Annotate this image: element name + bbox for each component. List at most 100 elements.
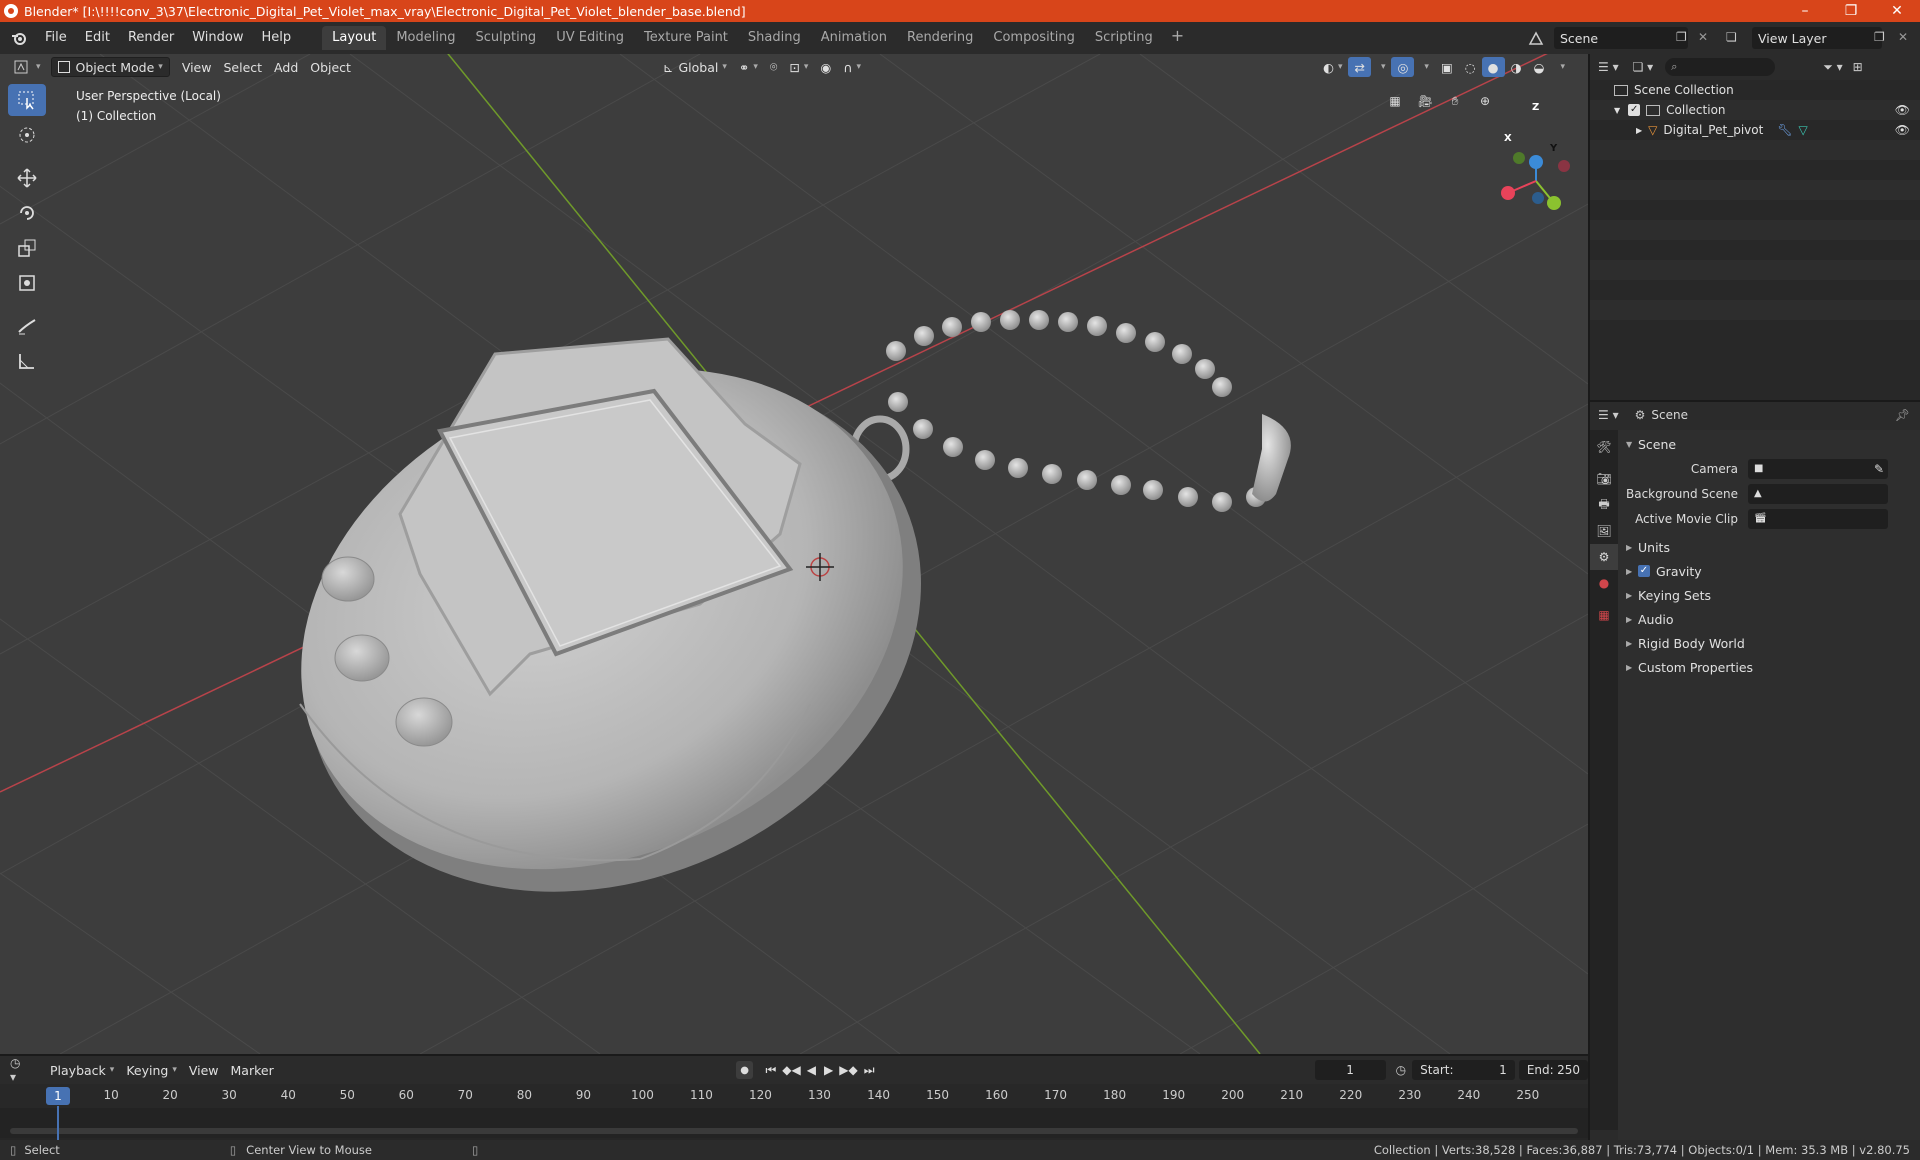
audio-panel-header[interactable]: ▶ Audio bbox=[1618, 607, 1920, 631]
display-mode-icon[interactable]: ❏ ▾ bbox=[1633, 60, 1654, 74]
viewport-menu-view[interactable]: View bbox=[176, 57, 218, 77]
tab-modeling[interactable]: Modeling bbox=[386, 26, 465, 50]
outliner-row-object[interactable]: ▶ ▽ Digital_Pet_pivot 🔧︎ ▽ 👁︎ bbox=[1590, 120, 1920, 140]
next-keyframe-icon[interactable]: ▶◆ bbox=[839, 1063, 857, 1077]
eyedropper-icon[interactable]: ✎ bbox=[1874, 462, 1884, 476]
play-icon[interactable]: ▶ bbox=[824, 1063, 833, 1077]
scene-tab-icon[interactable]: ⚙ bbox=[1590, 544, 1618, 570]
camera-view-icon[interactable]: 🎥︎ bbox=[1410, 86, 1440, 116]
filter-icon[interactable]: ⏷ ▾ bbox=[1823, 60, 1842, 75]
menu-help[interactable]: Help bbox=[253, 26, 301, 50]
minimize-button[interactable]: – bbox=[1782, 0, 1828, 22]
collection-checkbox[interactable]: ✓ bbox=[1628, 104, 1641, 116]
digital-pet-model[interactable] bbox=[221, 277, 1004, 987]
delete-scene-icon[interactable]: ✕ bbox=[1698, 30, 1708, 44]
tab-compositing[interactable]: Compositing bbox=[983, 26, 1085, 50]
gizmo-menu-icon[interactable]: ▾ bbox=[1371, 57, 1392, 77]
blender-menu-icon[interactable] bbox=[8, 27, 30, 49]
delete-view-layer-icon[interactable]: ✕ bbox=[1898, 30, 1908, 44]
xray-icon[interactable]: ▣ bbox=[1435, 57, 1459, 77]
new-scene-icon[interactable]: ❐ bbox=[1676, 30, 1687, 44]
mesh-data-icon[interactable]: ▽ bbox=[1799, 123, 1808, 137]
snap-icon[interactable]: ⌾ bbox=[764, 57, 784, 77]
shading-menu-icon[interactable]: ▾ bbox=[1550, 57, 1571, 77]
scene-panel-header[interactable]: ▼ Scene bbox=[1618, 432, 1920, 456]
timeline-menu-keying[interactable]: Keying ▾ bbox=[120, 1060, 183, 1080]
rendered-shading-icon[interactable]: ◒ bbox=[1528, 57, 1551, 77]
menu-file[interactable]: File bbox=[36, 26, 76, 50]
snap-target-icon[interactable]: ⊡ ▾ bbox=[783, 57, 814, 77]
wireframe-shading-icon[interactable]: ◌ bbox=[1459, 57, 1482, 77]
scene-icon[interactable] bbox=[1528, 30, 1544, 46]
background-scene-field[interactable]: ▲ bbox=[1748, 483, 1888, 504]
playhead-frame-indicator[interactable]: 1 bbox=[46, 1087, 70, 1105]
cursor-tool-icon[interactable] bbox=[8, 119, 46, 151]
view-layer-selector[interactable]: View Layer bbox=[1752, 27, 1882, 49]
view-layer-icon[interactable]: ❏ bbox=[1726, 30, 1737, 44]
navigation-gizmo[interactable] bbox=[1501, 152, 1570, 210]
transform-tool-icon[interactable] bbox=[8, 267, 46, 299]
outliner-search-field[interactable]: ⌕ bbox=[1665, 58, 1776, 76]
pin-icon[interactable]: 📌︎ bbox=[1895, 408, 1910, 422]
timeline-menu-marker[interactable]: Marker bbox=[225, 1060, 280, 1080]
timeline-menu-view[interactable]: View bbox=[183, 1060, 225, 1080]
end-frame-field[interactable]: End: 250 bbox=[1518, 1060, 1588, 1080]
annotate-tool-icon[interactable] bbox=[8, 310, 46, 342]
select-box-tool-icon[interactable] bbox=[8, 84, 46, 116]
material-shading-icon[interactable]: ◑ bbox=[1505, 57, 1528, 77]
jump-end-icon[interactable]: ⏭ bbox=[864, 1063, 875, 1078]
scale-tool-icon[interactable] bbox=[8, 232, 46, 264]
view-layer-tab-icon[interactable]: 🖼︎ bbox=[1590, 518, 1618, 544]
gravity-checkbox[interactable]: ✓ bbox=[1638, 565, 1650, 577]
active-movie-clip-field[interactable]: 🎬︎ bbox=[1748, 508, 1888, 529]
orientation-selector[interactable]: ⊾ Global ▾ bbox=[657, 57, 733, 77]
custom-properties-panel-header[interactable]: ▶ Custom Properties bbox=[1618, 655, 1920, 679]
menu-render[interactable]: Render bbox=[119, 26, 183, 50]
perspective-toggle-icon[interactable]: ▦ bbox=[1380, 86, 1410, 116]
expand-arrow-icon[interactable]: ▶ bbox=[1636, 126, 1642, 135]
viewport-scene[interactable] bbox=[0, 54, 1588, 1054]
tab-sculpting[interactable]: Sculpting bbox=[465, 26, 546, 50]
tool-tab-icon[interactable]: 🛠︎ bbox=[1590, 434, 1618, 460]
tab-layout[interactable]: Layout bbox=[322, 26, 387, 50]
timeline-ruler[interactable]: 10 20 30 40 50 60 70 80 90 100 110 120 130 140 150 160 1… bbox=[0, 1084, 1588, 1108]
texture-tab-icon[interactable]: ▦ bbox=[1590, 602, 1618, 628]
pivot-icon[interactable]: ⚭ ▾ bbox=[733, 57, 764, 77]
tab-rendering[interactable]: Rendering bbox=[897, 26, 983, 50]
move-tool-icon[interactable] bbox=[8, 162, 46, 194]
viewport-menu-add[interactable]: Add bbox=[268, 57, 304, 77]
viewport-menu-select[interactable]: Select bbox=[217, 57, 268, 77]
falloff-icon[interactable]: ∩ ▾ bbox=[837, 57, 867, 77]
rigid-body-world-panel-header[interactable]: ▶ Rigid Body World bbox=[1618, 631, 1920, 655]
timeline-track-area[interactable] bbox=[0, 1108, 1588, 1138]
proportional-edit-icon[interactable]: ◉ bbox=[814, 57, 837, 77]
viewport-menu-object[interactable]: Object bbox=[304, 57, 357, 77]
tab-texture-paint[interactable]: Texture Paint bbox=[634, 26, 738, 50]
tab-uv-editing[interactable]: UV Editing bbox=[546, 26, 634, 50]
new-collection-icon[interactable]: ⊞ bbox=[1853, 60, 1863, 74]
modifier-wrench-icon[interactable]: 🔧︎ bbox=[1777, 123, 1792, 137]
3d-viewport[interactable]: Z Y X ▾ Object Mode ▾ View Select Add Obj… bbox=[0, 54, 1588, 1054]
tab-scripting[interactable]: Scripting bbox=[1085, 26, 1163, 50]
overlays-icon[interactable]: ◎ bbox=[1391, 57, 1415, 77]
menu-edit[interactable]: Edit bbox=[76, 26, 119, 50]
collection-visibility-eye-icon[interactable]: 👁︎ bbox=[1895, 103, 1910, 117]
outliner-row-scene-collection[interactable]: Scene Collection bbox=[1590, 80, 1920, 100]
properties-editor-type-icon[interactable]: ☰ ▾ bbox=[1598, 408, 1619, 422]
pan-hand-icon[interactable]: ✋︎ bbox=[1440, 86, 1470, 116]
tab-shading[interactable]: Shading bbox=[738, 26, 811, 50]
gravity-panel-header[interactable]: ▶ ✓ Gravity bbox=[1618, 559, 1920, 583]
solid-shading-icon[interactable]: ● bbox=[1481, 57, 1505, 77]
camera-field[interactable]: ■ ✎ bbox=[1748, 458, 1888, 479]
output-tab-icon[interactable]: 🖶︎ bbox=[1590, 492, 1618, 518]
rotate-tool-icon[interactable] bbox=[8, 197, 46, 229]
world-tab-icon[interactable]: ● bbox=[1590, 570, 1618, 596]
record-button[interactable]: ● bbox=[735, 1061, 754, 1079]
mode-selector[interactable]: Object Mode ▾ bbox=[50, 57, 170, 77]
outliner-editor-type-icon[interactable]: ☰ ▾ bbox=[1598, 60, 1619, 74]
current-frame-field[interactable]: 1 bbox=[1314, 1060, 1386, 1080]
keying-sets-panel-header[interactable]: ▶ Keying Sets bbox=[1618, 583, 1920, 607]
timeline-editor-type-icon[interactable]: ◷ ▾ bbox=[10, 1056, 30, 1084]
timeline-scrollbar[interactable] bbox=[10, 1128, 1578, 1134]
outliner-row-collection[interactable]: ▼ ✓ Collection 👁︎ bbox=[1590, 100, 1920, 120]
